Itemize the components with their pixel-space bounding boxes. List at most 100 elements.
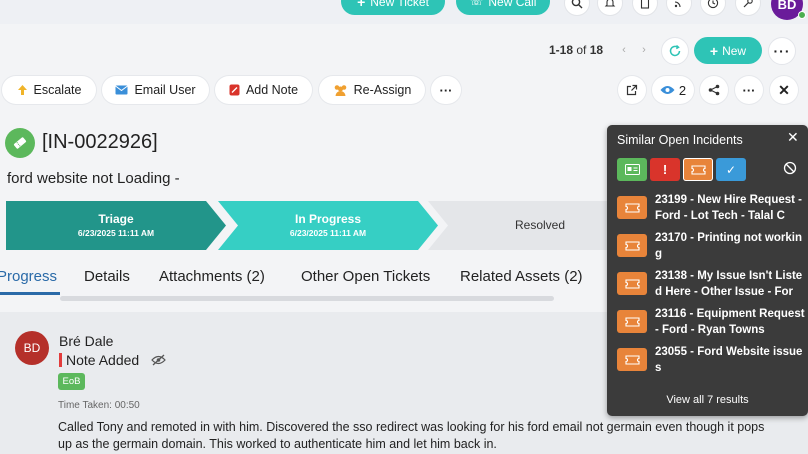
top-bar: + New Ticket ☏ New Call BD <box>0 0 808 24</box>
view-all-results-link[interactable]: View all 7 results <box>607 394 808 406</box>
tabs-scrollbar[interactable] <box>60 296 554 301</box>
list-item[interactable]: 23116 - Equipment Request - Ford - Ryan … <box>617 306 805 340</box>
escalate-label: Escalate <box>33 83 82 97</box>
status-badge: EoB <box>58 373 85 390</box>
clock-icon[interactable] <box>700 0 726 16</box>
search-icon[interactable] <box>564 0 590 16</box>
watchers-button[interactable]: 2 <box>652 76 694 104</box>
incident-title: 23199 - New Hire Request - Ford - Lot Te… <box>655 194 803 222</box>
ticket-icon <box>617 310 647 333</box>
reassign-button[interactable]: Re-Assign <box>319 76 425 104</box>
online-status-dot <box>798 11 806 19</box>
tab-progress[interactable]: Progress <box>0 268 57 285</box>
open-external-button[interactable] <box>618 76 646 104</box>
incident-title: 23116 - Equipment Request - Ford - Ryan … <box>655 308 805 336</box>
more-actions-button[interactable]: ··· <box>431 76 461 104</box>
chevron-right-icon: › <box>642 44 646 56</box>
exclamation-icon: ! <box>662 162 668 177</box>
bell-icon[interactable] <box>597 0 623 16</box>
list-item[interactable]: 23138 - My Issue Isn't Listed Here - Oth… <box>617 268 803 302</box>
note-author: Bré Dale <box>59 333 114 349</box>
plus-icon: + <box>357 0 366 10</box>
close-ticket-button[interactable]: ✕ <box>770 76 798 104</box>
new-button[interactable]: + New <box>694 37 762 64</box>
clipboard-icon[interactable] <box>632 0 658 16</box>
tab-related-assets[interactable]: Related Assets (2) <box>460 268 583 285</box>
watchers-count: 2 <box>678 82 687 98</box>
id-card-icon <box>624 164 640 175</box>
arrow-up-icon <box>17 85 27 95</box>
ellipsis-icon: ··· <box>439 82 453 98</box>
tab-details[interactable]: Details <box>84 268 130 285</box>
incident-title: 23170 - Printing not working <box>655 232 802 260</box>
check-icon: ✓ <box>725 162 737 177</box>
chevron-left-icon: ‹ <box>622 44 626 56</box>
step-resolved[interactable]: Resolved <box>480 218 600 232</box>
phone-icon: ☏ <box>469 0 484 8</box>
tab-attachments[interactable]: Attachments (2) <box>159 268 265 285</box>
ticket-id: [IN-0022926] <box>42 131 158 153</box>
list-item[interactable]: 23170 - Printing not working <box>617 230 803 264</box>
avatar: BD <box>15 331 49 365</box>
more-options-button[interactable]: ··· <box>768 37 796 65</box>
ticket-icon <box>617 348 647 371</box>
rss-icon[interactable] <box>666 0 692 16</box>
refresh-button[interactable] <box>661 37 689 65</box>
reassign-label: Re-Assign <box>353 83 412 97</box>
list-item[interactable]: 23055 - Ford Website issues <box>617 344 803 378</box>
ellipsis-icon: ··· <box>742 82 756 98</box>
ticket-type-icon <box>5 128 35 158</box>
email-user-button[interactable]: Email User <box>102 76 209 104</box>
step-in-progress-name: In Progress <box>294 212 362 226</box>
new-label: New <box>722 43 747 58</box>
users-icon <box>334 85 346 96</box>
new-call-label: New Call <box>488 0 537 9</box>
plus-icon: + <box>709 42 719 59</box>
ticket-icon <box>690 164 706 175</box>
step-triage-date: 6/23/2025 11:11 AM <box>77 228 155 238</box>
incident-title: 23138 - My Issue Isn't Listed Here - Oth… <box>655 270 803 298</box>
external-link-icon <box>626 84 638 96</box>
tab-other-open-tickets[interactable]: Other Open Tickets <box>301 268 430 285</box>
ticket-icon <box>617 196 647 219</box>
note-type: Note Added <box>66 352 140 368</box>
new-ticket-button[interactable]: + New Ticket <box>341 0 445 15</box>
note-icon <box>229 84 240 96</box>
list-item[interactable]: 23199 - New Hire Request - Ford - Lot Te… <box>617 192 803 226</box>
ticket-more-button[interactable]: ··· <box>735 76 763 104</box>
id-card-filter-button[interactable] <box>617 158 647 181</box>
pager-range: 1-18 <box>549 43 574 57</box>
new-call-button[interactable]: ☏ New Call <box>456 0 550 15</box>
time-taken: Time Taken: 00:50 <box>58 400 140 411</box>
status-stepper: Triage 6/23/2025 11:11 AM In Progress 6/… <box>6 201 646 250</box>
check-filter-button[interactable]: ✓ <box>716 158 746 181</box>
close-icon[interactable]: ✕ <box>787 129 799 146</box>
step-in-progress[interactable]: In Progress 6/23/2025 11:11 AM <box>268 212 388 238</box>
ticket-filter-button[interactable] <box>683 158 713 181</box>
key-icon[interactable] <box>735 0 761 16</box>
note-type-marker <box>59 353 62 367</box>
ban-icon[interactable] <box>783 161 797 180</box>
step-in-progress-date: 6/23/2025 11:11 AM <box>289 228 367 238</box>
envelope-icon <box>115 85 129 95</box>
escalate-button[interactable]: Escalate <box>2 76 96 104</box>
ellipsis-icon: ··· <box>773 43 791 59</box>
add-note-button[interactable]: Add Note <box>215 76 312 104</box>
pager-of-label: of <box>576 43 587 57</box>
next-page-button[interactable]: › <box>632 38 656 62</box>
add-note-label: Add Note <box>245 83 299 97</box>
step-triage[interactable]: Triage 6/23/2025 11:11 AM <box>56 212 176 238</box>
pager-total: 18 <box>589 43 604 57</box>
ticket-icon <box>617 272 647 295</box>
email-user-label: Email User <box>134 83 196 97</box>
panel-title: Similar Open Incidents <box>617 133 743 147</box>
ticket-subject: ford website not Loading - <box>7 170 180 187</box>
refresh-icon <box>669 44 681 57</box>
share-button[interactable] <box>700 76 728 104</box>
pager-count: 1-18 of 18 <box>549 43 603 57</box>
close-icon: ✕ <box>778 81 790 98</box>
exclamation-filter-button[interactable]: ! <box>650 158 680 181</box>
new-ticket-label: New Ticket <box>370 0 429 9</box>
note-body: Called Tony and remoted in with him. Dis… <box>58 420 765 451</box>
incident-title: 23055 - Ford Website issues <box>655 346 803 374</box>
